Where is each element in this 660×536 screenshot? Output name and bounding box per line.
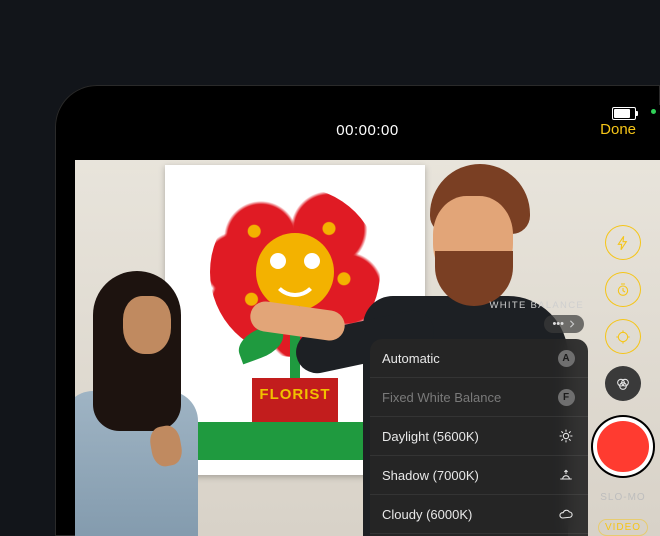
white-balance-option-label: Automatic (382, 351, 440, 366)
white-balance-option[interactable]: Daylight (5600K) (370, 416, 588, 455)
white-balance-option-label: Fixed White Balance (382, 390, 501, 405)
recording-time: 00:00:00 (336, 122, 398, 139)
shade-icon (556, 465, 576, 485)
white-balance-more[interactable]: ••• (370, 315, 588, 333)
chevron-right-icon (568, 320, 576, 328)
flash-button[interactable] (605, 225, 641, 260)
record-button[interactable] (593, 417, 653, 476)
white-balance-option[interactable]: Shadow (7000K) (370, 455, 588, 494)
white-balance-option[interactable]: Automatic A (370, 339, 588, 377)
white-balance-option: Fixed White Balance F (370, 377, 588, 416)
white-balance-button[interactable] (605, 319, 641, 354)
white-balance-option-label: Daylight (5600K) (382, 429, 479, 444)
effects-button[interactable] (605, 366, 641, 401)
white-balance-option-label: Cloudy (6000K) (382, 507, 472, 522)
white-balance-option-label: Shadow (7000K) (382, 468, 479, 483)
mode-video[interactable]: VIDEO (598, 519, 648, 536)
white-balance-title: WHITE BALANCE (370, 300, 588, 311)
white-balance-menu: WHITE BALANCE ••• Automatic A Fixed White … (370, 300, 588, 536)
person-left (75, 236, 198, 536)
cloud-icon (556, 504, 576, 524)
sun-icon (556, 426, 576, 446)
poster-label: FLORIST (252, 386, 338, 403)
device-frame: FLORIST 00:00:00 Done (0, 0, 660, 536)
white-balance-list: Automatic A Fixed White Balance F Daylight (… (370, 339, 588, 536)
more-icon: ••• (552, 318, 564, 330)
right-control-rail: SLO-MO VIDEO (596, 225, 650, 536)
white-balance-option[interactable]: Cloudy (6000K) (370, 494, 588, 533)
ipad-frame: FLORIST 00:00:00 Done (55, 85, 660, 536)
screen: FLORIST 00:00:00 Done (75, 105, 660, 536)
top-bar: 00:00:00 Done (75, 105, 660, 155)
timer-button[interactable] (605, 272, 641, 307)
letter-badge-icon: A (556, 348, 576, 368)
mode-slomo[interactable]: SLO-MO (600, 492, 645, 503)
letter-badge-icon: F (556, 387, 576, 407)
done-button[interactable]: Done (600, 121, 636, 138)
